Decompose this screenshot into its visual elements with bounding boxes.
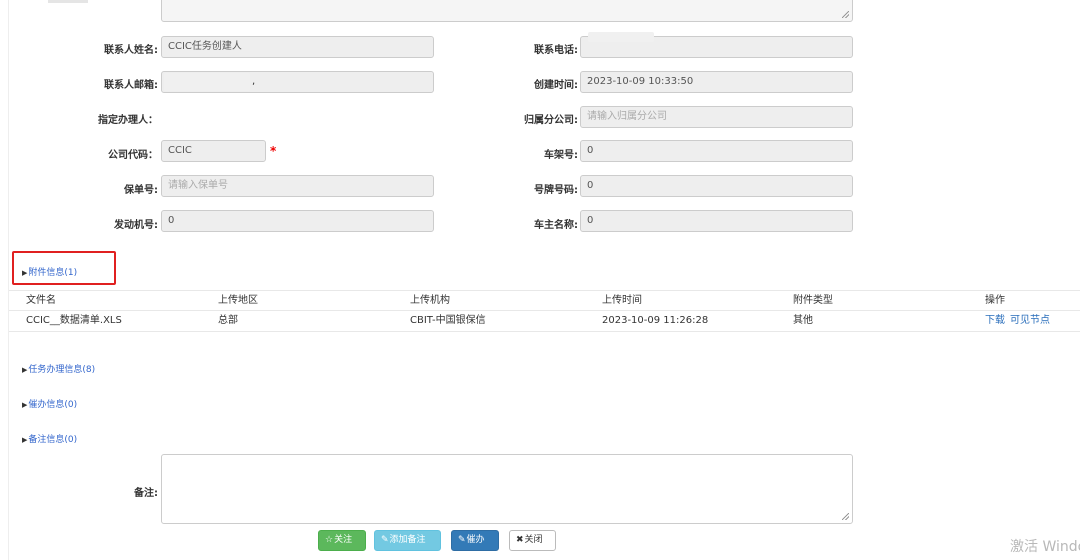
section-notes-label: 备注信息(0) (28, 435, 78, 445)
redacted-email (164, 73, 250, 91)
vin-field[interactable]: 0 (580, 140, 853, 162)
branch-label: 归属分公司: (524, 115, 578, 126)
policy-no-field[interactable]: 请输入保单号 (161, 175, 434, 197)
contact-name-label: 联系人姓名: (104, 45, 158, 56)
engine-no-field[interactable]: 0 (161, 210, 434, 232)
col-org: 上传机构 (410, 295, 450, 306)
pencil-icon: ✎ (381, 535, 389, 545)
created-time-label: 创建时间: (534, 80, 578, 91)
owner-label: 车主名称: (534, 220, 578, 231)
cell-org: CBIT-中国银保信 (410, 315, 486, 326)
star-icon: ☆ (325, 535, 334, 545)
section-reminders-label: 催办信息(0) (28, 400, 78, 410)
download-link[interactable]: 下载 (985, 315, 1005, 326)
company-code-label: 公司代码： (108, 150, 158, 161)
assignee-label: 指定办理人： (98, 115, 158, 126)
contact-phone-label: 联系电话: (534, 45, 578, 56)
expand-triangle-icon: ▶ (22, 366, 28, 374)
table-row: CCIC__数据清单.XLS 总部 CBIT-中国银保信 2023-10-09 … (9, 311, 1080, 332)
description-textarea[interactable] (161, 0, 853, 22)
follow-button-label: 关注 (334, 535, 353, 545)
branch-field[interactable]: 请输入归属分公司 (580, 106, 853, 128)
policy-no-label: 保单号: (124, 185, 158, 196)
cell-type: 其他 (793, 315, 813, 326)
add-note-button[interactable]: ✎添加备注 (374, 530, 441, 551)
expand-triangle-icon: ▶ (22, 401, 28, 409)
close-icon: ✖ (516, 535, 524, 545)
cell-file-name: CCIC__数据清单.XLS (26, 315, 122, 326)
engine-no-label: 发动机号: (114, 220, 158, 231)
table-header-row: 文件名 上传地区 上传机构 上传时间 附件类型 操作 (9, 290, 1080, 311)
cell-actions: 下载 可见节点 (985, 311, 1055, 331)
section-attachments-toggle[interactable]: ▶附件信息(1) (22, 265, 77, 278)
plate-field[interactable]: 0 (580, 175, 853, 197)
remark-label: 备注: (134, 488, 158, 499)
created-time-field[interactable]: 2023-10-09 10:33:50 (580, 71, 853, 93)
section-notes-toggle[interactable]: ▶备注信息(0) (22, 432, 77, 445)
section-attachments-label: 附件信息(1) (28, 268, 78, 278)
close-button-label: 关闭 (524, 535, 543, 545)
required-marker: * (270, 144, 277, 158)
attachment-table: 文件名 上传地区 上传机构 上传时间 附件类型 操作 CCIC__数据清单.XL… (9, 290, 1080, 332)
activation-watermark: 激活 Windo (1010, 539, 1080, 555)
follow-button[interactable]: ☆关注 (318, 530, 366, 551)
close-button[interactable]: ✖关闭 (509, 530, 556, 551)
col-type: 附件类型 (793, 295, 833, 306)
contact-name-field[interactable]: CCIC任务创建人 (161, 36, 434, 58)
col-time: 上传时间 (602, 295, 642, 306)
section-tasks-label: 任务办理信息(8) (28, 365, 96, 375)
col-region: 上传地区 (218, 295, 258, 306)
section-tasks-toggle[interactable]: ▶任务办理信息(8) (22, 362, 95, 375)
col-actions: 操作 (985, 295, 1005, 306)
section-reminders-toggle[interactable]: ▶催办信息(0) (22, 397, 77, 410)
cell-region: 总部 (218, 315, 238, 326)
resize-grip-icon[interactable] (842, 513, 849, 520)
expand-triangle-icon: ▶ (22, 436, 28, 444)
redacted-phone (588, 32, 654, 42)
remark-textarea[interactable] (161, 454, 853, 524)
plate-label: 号牌号码: (534, 185, 578, 196)
owner-field[interactable]: 0 (580, 210, 853, 232)
expand-triangle-icon: ▶ (22, 269, 28, 277)
contact-email-label: 联系人邮箱: (104, 80, 158, 91)
add-note-button-label: 添加备注 (389, 535, 426, 545)
resize-grip-icon[interactable] (842, 11, 849, 18)
vin-label: 车架号: (544, 150, 578, 161)
urge-button[interactable]: ✎催办 (451, 530, 499, 551)
company-code-field[interactable]: CCIC (161, 140, 266, 162)
cell-time: 2023-10-09 11:26:28 (602, 315, 709, 326)
col-file-name: 文件名 (26, 295, 56, 306)
contact-email-value: , (252, 76, 256, 87)
urge-button-label: 催办 (466, 535, 485, 545)
pencil-icon: ✎ (458, 535, 466, 545)
visible-nodes-link[interactable]: 可见节点 (1010, 315, 1050, 326)
